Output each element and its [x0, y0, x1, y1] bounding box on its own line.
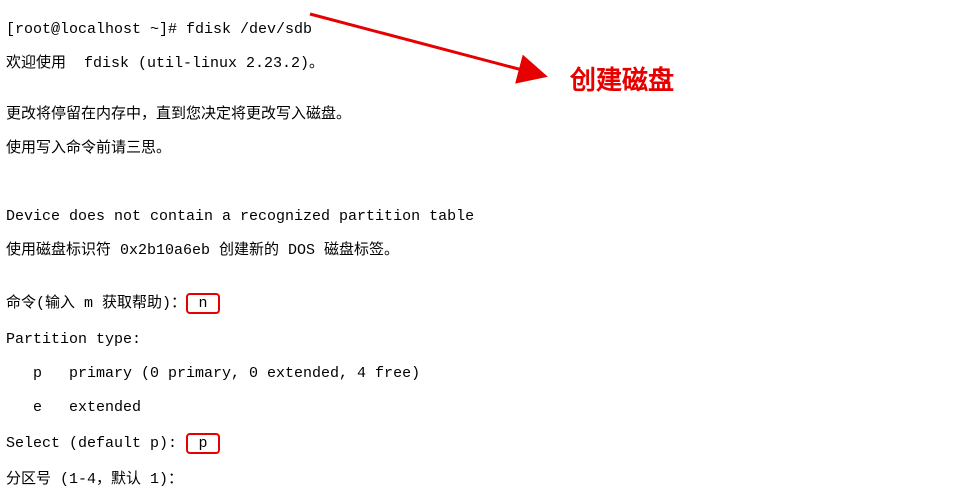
- line-ptype: Partition type:: [6, 331, 958, 348]
- line-warn2: 使用写入命令前请三思。: [6, 140, 958, 157]
- line-welcome: 欢迎使用 fdisk (util-linux 2.23.2)。: [6, 55, 958, 72]
- line-ptype-e: e extended: [6, 399, 958, 416]
- prompt-text: 命令(输入 m 获取帮助)：: [6, 295, 186, 312]
- line-select-p: Select (default p): p: [6, 433, 958, 454]
- input-n-box[interactable]: n: [186, 293, 220, 314]
- terminal-output: [root@localhost ~]# fdisk /dev/sdb 欢迎使用 …: [0, 0, 964, 500]
- line-doslabel: 使用磁盘标识符 0x2b10a6eb 创建新的 DOS 磁盘标签。: [6, 242, 958, 259]
- select-text: Select (default p):: [6, 435, 186, 452]
- line-nopt: Device does not contain a recognized par…: [6, 208, 958, 225]
- line-prompt-n: 命令(输入 m 获取帮助)：n: [6, 293, 958, 314]
- input-p-box[interactable]: p: [186, 433, 220, 454]
- line-warn1: 更改将停留在内存中，直到您决定将更改写入磁盘。: [6, 106, 958, 123]
- line-cmd-fdisk: [root@localhost ~]# fdisk /dev/sdb: [6, 21, 958, 38]
- line-partnum: 分区号 (1-4，默认 1)：: [6, 471, 958, 488]
- annotation-create-disk: 创建磁盘: [570, 72, 674, 89]
- line-ptype-p: p primary (0 primary, 0 extended, 4 free…: [6, 365, 958, 382]
